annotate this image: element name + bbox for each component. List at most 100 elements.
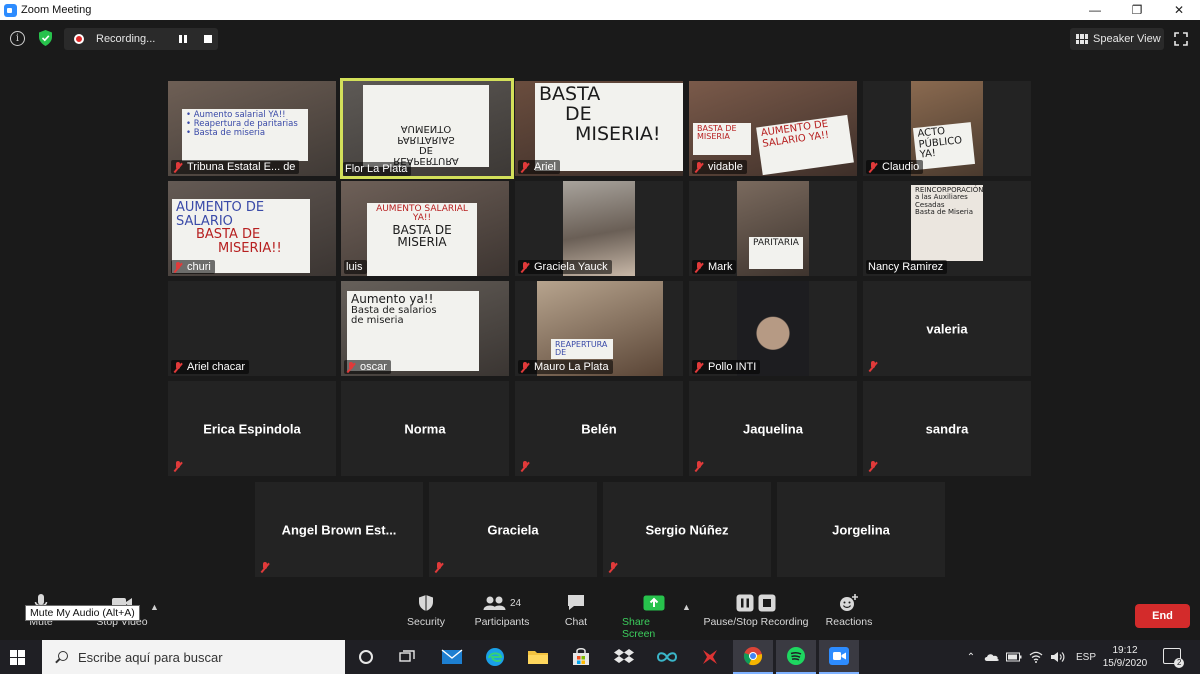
participant-name-label: Flor La Plata [343,162,412,176]
muted-mic-icon [694,361,704,373]
participant-tile[interactable]: BASTA DE MISERIA! Ariel [515,81,683,176]
keyboard-language[interactable]: ESP [1076,652,1096,663]
recording-indicator: Recording... [64,28,218,50]
participant-tile[interactable]: Erica Espindola [168,381,336,476]
muted-mic-icon [173,461,183,472]
participants-icon [483,596,506,610]
protest-sign: REAPERTURA DE [551,339,613,359]
participant-name: Norma [404,421,446,436]
muted-mic-icon [520,461,530,472]
participant-tile[interactable]: Aumento ya!! Basta de salarios de miseria … [341,281,509,376]
window-title: Zoom Meeting [21,4,92,16]
participant-tile[interactable]: Jaquelina [689,381,857,476]
infinity-app-icon[interactable] [647,640,687,674]
share-options-caret-icon[interactable]: ▲ [682,602,691,612]
zoom-taskbar-icon[interactable] [819,640,859,674]
reactions-button[interactable]: Reactions [824,590,874,640]
red-app-icon[interactable] [690,640,730,674]
chrome-browser-icon[interactable] [733,640,773,674]
restore-button[interactable]: ❐ [1116,0,1158,20]
participant-tile[interactable]: sandra [863,381,1031,476]
participant-tile[interactable]: Pollo INTI [689,281,857,376]
share-screen-button[interactable]: Share Screen [622,590,686,640]
participant-tile[interactable]: Graciela [429,482,597,577]
participant-name: Sergio Núñez [645,522,729,537]
onedrive-cloud-icon[interactable] [984,652,1000,662]
reactions-label: Reactions [825,616,873,628]
participant-tile-active-speaker[interactable]: REAPERTURA DE PARITARIAS AUMENTO Flor La Pl… [340,78,514,179]
protest-sign: REAPERTURA DE PARITARIAS AUMENTO [363,85,489,167]
participant-tile[interactable]: REAPERTURA DE Mauro La Plata [515,281,683,376]
tray-expand-icon[interactable]: ⌃ [962,652,980,663]
security-label: Security [407,616,445,628]
participant-tile[interactable]: Sergio Núñez [603,482,771,577]
protest-sign: BASTA DE MISERIA [693,123,751,155]
mute-tooltip: Mute My Audio (Alt+A) [25,605,140,621]
participant-tile[interactable]: Angel Brown Est... [255,482,423,577]
participant-name-label: oscar [344,360,391,374]
pause-recording-icon[interactable] [178,34,188,44]
participant-tile[interactable]: AUMENTO DE SALARIO BASTA DE MISERIA!! chur… [168,181,336,276]
wifi-icon[interactable] [1029,651,1043,663]
participant-tile[interactable]: Ariel chacar [168,281,336,376]
meeting-top-bar: i Recording... Speaker View [0,20,1200,58]
pause-stop-recording-button[interactable]: Pause/Stop Recording [703,590,809,640]
meeting-info-icon[interactable]: i [10,31,25,46]
participant-tile[interactable]: PARITARIA Mark [689,181,857,276]
participant-tile[interactable]: valeria [863,281,1031,376]
participant-name: Graciela [487,522,539,537]
speaker-view-button[interactable]: Speaker View [1070,28,1164,50]
dropbox-icon[interactable] [604,640,644,674]
protest-sign: BASTA DE MISERIA! [535,83,683,171]
participant-tile[interactable]: • Aumento salarial YA!! • Reapertura de p… [168,81,336,176]
muted-mic-icon [173,161,183,173]
cortana-icon[interactable] [346,640,386,674]
participant-tile[interactable]: REINCORPORACIÓN a las Auxiliares Cesadas Ba… [863,181,1031,276]
spotify-icon[interactable] [776,640,816,674]
participant-tile[interactable]: AUMENTO SALARIAL YA!! BASTA DE MISERIA luis [341,181,509,276]
task-view-icon[interactable] [387,640,427,674]
windows-start-icon[interactable] [10,650,25,665]
recording-label: Recording... [96,33,156,45]
close-button[interactable]: ✕ [1158,0,1200,20]
stop-recording-icon [758,594,776,612]
notification-count-badge: 2 [1174,658,1185,668]
participant-name-label: Ariel [518,160,561,174]
participant-tile[interactable]: ACTO PÚBLICO YA! Claudio [863,81,1031,176]
fullscreen-icon[interactable] [1174,32,1188,46]
participant-tile[interactable]: Jorgelina [777,482,945,577]
file-explorer-icon[interactable] [518,640,558,674]
taskbar-search-box[interactable]: Escribe aquí para buscar [42,640,345,674]
participant-tile[interactable]: Norma [341,381,509,476]
participants-label: Participants [474,616,530,628]
volume-icon[interactable] [1050,651,1066,663]
battery-icon[interactable] [1006,652,1022,662]
clock-time: 19:12 [1112,645,1138,656]
minimize-button[interactable]: — [1074,0,1116,20]
muted-mic-icon [868,161,878,173]
speaker-view-label: Speaker View [1093,33,1161,45]
end-meeting-button[interactable]: End [1135,604,1190,628]
participant-tile[interactable]: Belén [515,381,683,476]
participant-name-label: Ariel chacar [171,360,250,374]
security-button[interactable]: Security [400,590,452,640]
encryption-shield-icon[interactable] [38,30,53,46]
participant-name-label: Claudio [866,160,924,174]
chat-button[interactable]: Chat [556,590,596,640]
mail-app-icon[interactable] [432,640,472,674]
video-options-caret-icon[interactable]: ▲ [150,602,159,612]
participant-tile[interactable]: BASTA DE MISERIA AUMENTO DE SALARIO YA!!… [689,81,857,176]
store-app-icon[interactable] [561,640,601,674]
taskbar-clock[interactable]: 19:12 15/9/2020 [1097,644,1153,670]
stop-recording-icon[interactable] [204,35,212,43]
recording-dot-icon [74,34,84,44]
edge-browser-icon[interactable] [475,640,515,674]
muted-mic-icon [520,261,530,273]
muted-mic-icon [868,461,878,472]
muted-mic-icon [694,461,704,472]
participant-name-label: Nancy Ramirez [866,260,948,274]
participants-button[interactable]: 24 Participants [472,590,532,640]
participant-tile[interactable]: Graciela Yauck [515,181,683,276]
protest-sign: REINCORPORACIÓN a las Auxiliares Cesadas Ba… [911,185,984,261]
smiley-plus-icon [840,594,858,611]
